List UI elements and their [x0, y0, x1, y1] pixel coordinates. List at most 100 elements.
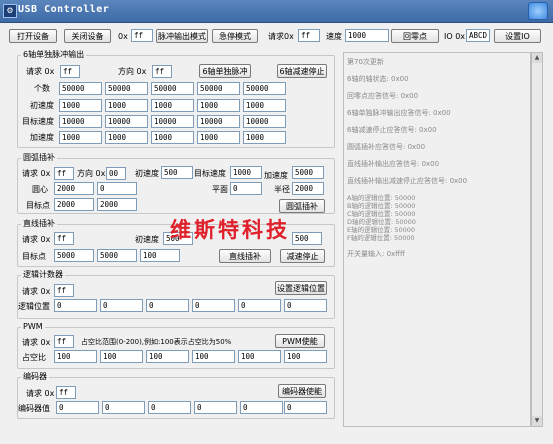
logic-position-5[interactable]: 0: [238, 299, 281, 312]
linear-target-1[interactable]: 5000: [54, 249, 94, 262]
row-count-5[interactable]: 50000: [243, 82, 286, 95]
pwm-duty-4[interactable]: 100: [192, 350, 235, 363]
pulse-mode-button[interactable]: 脉冲输出模式: [156, 29, 208, 43]
speed-input[interactable]: 1000: [345, 29, 389, 42]
encoder-value-6[interactable]: 0: [284, 401, 327, 414]
six-axis-direction-input[interactable]: ff: [152, 65, 172, 78]
arc-request-input[interactable]: ff: [54, 167, 74, 180]
home-button[interactable]: 回零点: [391, 29, 439, 43]
logic-position-6[interactable]: 0: [284, 299, 327, 312]
encoder-value-3[interactable]: 0: [148, 401, 191, 414]
encoder-value-5[interactable]: 0: [240, 401, 283, 414]
row-init-speed-4[interactable]: 1000: [197, 99, 240, 112]
logic-position-2[interactable]: 0: [100, 299, 143, 312]
linear-request-input[interactable]: ff: [54, 232, 74, 245]
arc-init-speed-input[interactable]: 500: [161, 166, 193, 179]
row-target-speed-1[interactable]: 10000: [59, 115, 102, 128]
pwm-duty-6[interactable]: 100: [284, 350, 327, 363]
linear-target-3[interactable]: 100: [140, 249, 180, 262]
row-count-label: 个数: [34, 84, 50, 93]
row-count-1[interactable]: 50000: [59, 82, 102, 95]
status-log[interactable]: 第70次更新 6轴的轴状态: 0x00 回零点应答信号: 0x00 6轴单独脉冲…: [343, 52, 531, 427]
row-target-speed-2[interactable]: 10000: [105, 115, 148, 128]
row-init-speed-label: 初速度: [30, 101, 54, 110]
row-init-speed-2[interactable]: 1000: [105, 99, 148, 112]
arc-accel-input[interactable]: 5000: [292, 166, 324, 179]
row-accel-3[interactable]: 1000: [151, 131, 194, 144]
encoder-request-label: 请求 0x: [26, 389, 55, 398]
row-accel-4[interactable]: 1000: [197, 131, 240, 144]
pwm-enable-button[interactable]: PWM使能: [275, 334, 325, 348]
row-init-speed-3[interactable]: 1000: [151, 99, 194, 112]
close-device-button[interactable]: 关闭设备: [64, 29, 111, 43]
arc-direction-label: 方向 0x: [77, 169, 106, 178]
logic-position-4[interactable]: 0: [192, 299, 235, 312]
six-axis-request-input[interactable]: ff: [60, 65, 80, 78]
title-bar: ⚙ USB Controller: [0, 0, 553, 23]
encoder-request-input[interactable]: ff: [56, 386, 76, 399]
close-icon[interactable]: [528, 2, 548, 20]
log-line: 6轴单独脉冲输出应答信号: 0x00: [347, 109, 451, 117]
six-axis-title: 6轴单独脉冲输出: [21, 50, 87, 60]
linear-target-2[interactable]: 5000: [97, 249, 137, 262]
arc-interp-button[interactable]: 圆弧插补: [279, 199, 325, 213]
log-line: 直线插补输出减速停止应答信号: 0x00: [347, 177, 468, 185]
arc-center-x-input[interactable]: 2000: [54, 182, 94, 195]
log-line: 6轴减速停止应答信号: 0x00: [347, 126, 437, 134]
linear-stop-button[interactable]: 减速停止: [280, 249, 325, 263]
row-init-speed-1[interactable]: 1000: [59, 99, 102, 112]
linear-interp-button[interactable]: 直线插补: [219, 249, 271, 263]
arc-direction-input[interactable]: 00: [106, 167, 126, 180]
logic-request-input[interactable]: ff: [54, 284, 74, 297]
row-count-3[interactable]: 50000: [151, 82, 194, 95]
encoder-value-4[interactable]: 0: [194, 401, 237, 414]
row-init-speed-5[interactable]: 1000: [243, 99, 286, 112]
estop-mode-button[interactable]: 急停模式: [212, 29, 258, 43]
pwm-duty-1[interactable]: 100: [54, 350, 97, 363]
scroll-up-icon[interactable]: ▲: [532, 53, 542, 63]
set-io-button[interactable]: 设置IO: [494, 29, 541, 43]
row-count-4[interactable]: 50000: [197, 82, 240, 95]
encoder-value-label: 编码器值: [18, 404, 50, 413]
encoder-enable-button[interactable]: 编码器使能: [278, 384, 326, 398]
logic-position-label: 逻辑位置: [18, 302, 50, 311]
request-input[interactable]: ff: [298, 29, 320, 42]
arc-target-speed-input[interactable]: 1000: [230, 166, 262, 179]
row-accel-2[interactable]: 1000: [105, 131, 148, 144]
io-input[interactable]: ABCD: [466, 29, 490, 42]
row-target-speed-4[interactable]: 10000: [197, 115, 240, 128]
six-axis-stop-button[interactable]: 6轴减速停止: [277, 64, 327, 78]
log-scrollbar[interactable]: ▲ ▼: [531, 52, 543, 427]
scroll-down-icon[interactable]: ▼: [532, 416, 542, 426]
ox-input[interactable]: ff: [131, 29, 153, 42]
row-target-speed-3[interactable]: 10000: [151, 115, 194, 128]
logic-position-1[interactable]: 0: [54, 299, 97, 312]
ox-label: 0x: [118, 32, 128, 41]
linear-request-label: 请求 0x: [22, 235, 51, 244]
linear-hidden-input[interactable]: 500: [292, 232, 322, 245]
row-target-speed-5[interactable]: 10000: [243, 115, 286, 128]
open-device-button[interactable]: 打开设备: [9, 29, 57, 43]
row-accel-1[interactable]: 1000: [59, 131, 102, 144]
encoder-value-1[interactable]: 0: [56, 401, 99, 414]
encoder-value-2[interactable]: 0: [102, 401, 145, 414]
arc-plane-label: 平面: [212, 185, 228, 194]
pwm-duty-3[interactable]: 100: [146, 350, 189, 363]
pwm-request-input[interactable]: ff: [54, 335, 74, 348]
row-count-2[interactable]: 50000: [105, 82, 148, 95]
watermark-text: 维斯特科技: [170, 217, 290, 242]
arc-plane-input[interactable]: 0: [230, 182, 262, 195]
row-accel-5[interactable]: 1000: [243, 131, 286, 144]
arc-center-y-input[interactable]: 0: [97, 182, 137, 195]
pwm-duty-5[interactable]: 100: [238, 350, 281, 363]
log-line: 直线插补输出应答信号: 0x00: [347, 160, 440, 168]
six-axis-pulse-button[interactable]: 6轴单独脉冲: [199, 64, 251, 78]
arc-target-x-input[interactable]: 2000: [54, 198, 94, 211]
arc-radius-input[interactable]: 2000: [292, 182, 324, 195]
logic-position-3[interactable]: 0: [146, 299, 189, 312]
arc-accel-label: 加速度: [264, 171, 288, 180]
pwm-duty-2[interactable]: 100: [100, 350, 143, 363]
arc-target-y-input[interactable]: 2000: [97, 198, 137, 211]
log-line: 第70次更新: [347, 58, 384, 66]
set-logic-position-button[interactable]: 设置逻辑位置: [275, 281, 327, 295]
